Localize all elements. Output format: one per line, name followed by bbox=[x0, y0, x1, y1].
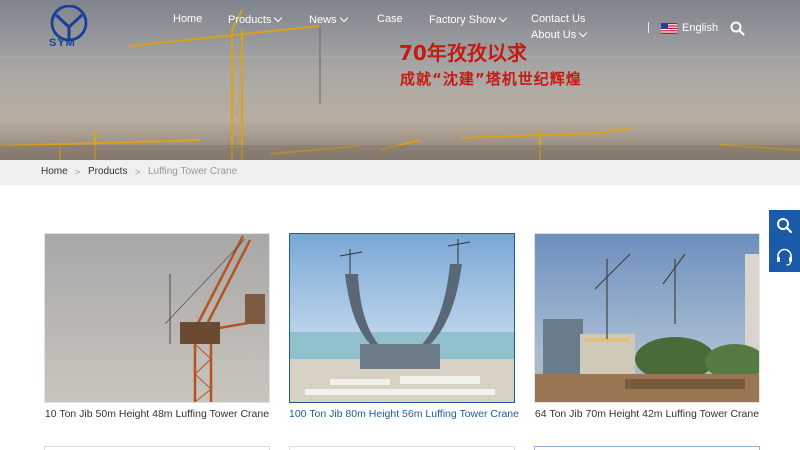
search-icon bbox=[777, 218, 793, 234]
nav-about-us[interactable]: About Us bbox=[531, 28, 588, 41]
nav-divider bbox=[648, 22, 649, 33]
breadcrumb-home[interactable]: Home bbox=[41, 166, 68, 177]
product-card[interactable]: 64 Ton Jib 70m Height 42m Luffing Tower … bbox=[534, 233, 760, 420]
breadcrumb: Home > Products > Luffing Tower Crane bbox=[0, 160, 800, 185]
breadcrumb-products[interactable]: Products bbox=[88, 166, 127, 177]
logo-text: SYM bbox=[49, 37, 76, 49]
breadcrumb-separator: > bbox=[75, 167, 81, 177]
product-image[interactable] bbox=[534, 233, 760, 403]
crane-photo-1 bbox=[45, 234, 269, 402]
product-card-partial[interactable] bbox=[534, 446, 760, 450]
breadcrumb-current: Luffing Tower Crane bbox=[148, 166, 238, 177]
nav-label: Products bbox=[228, 14, 272, 26]
product-card[interactable]: 10 Ton Jib 50m Height 48m Luffing Tower … bbox=[44, 233, 270, 420]
product-card-partial[interactable] bbox=[44, 446, 270, 450]
chevron-down-icon bbox=[499, 13, 508, 23]
chevron-down-icon bbox=[579, 28, 588, 38]
side-search-button[interactable] bbox=[769, 210, 800, 241]
banner-slogan-line2: 成就“沈建”塔机世纪辉煌 bbox=[400, 70, 582, 88]
side-toolbar bbox=[769, 210, 800, 272]
nav-case[interactable]: Case bbox=[377, 13, 403, 25]
product-image[interactable] bbox=[44, 233, 270, 403]
banner-slogan-line1: 70年孜孜以求 bbox=[399, 41, 527, 65]
breadcrumb-separator: > bbox=[135, 167, 141, 177]
nav-home[interactable]: Home bbox=[173, 13, 202, 25]
nav-label: News bbox=[309, 14, 337, 26]
nav-label: About Us bbox=[531, 29, 577, 41]
product-image[interactable] bbox=[289, 233, 515, 403]
crane-photo-3 bbox=[535, 234, 759, 402]
language-selector[interactable]: English bbox=[682, 22, 718, 34]
nav-label: Contact Us bbox=[531, 13, 586, 25]
hero-banner: SYM Home Products News Case Factory Show… bbox=[0, 0, 800, 160]
crane-photo-2 bbox=[290, 234, 514, 402]
search-icon[interactable] bbox=[730, 21, 745, 36]
product-card[interactable]: 100 Ton Jib 80m Height 56m Luffing Tower… bbox=[289, 233, 519, 420]
us-flag-icon[interactable] bbox=[661, 23, 677, 34]
nav-news[interactable]: News bbox=[309, 13, 348, 26]
nav-factory-show[interactable]: Factory Show bbox=[429, 13, 508, 26]
product-title[interactable]: 64 Ton Jib 70m Height 42m Luffing Tower … bbox=[534, 408, 760, 420]
nav-products[interactable]: Products bbox=[228, 13, 283, 26]
headset-icon bbox=[777, 248, 792, 266]
chevron-down-icon bbox=[274, 13, 283, 23]
product-title[interactable]: 10 Ton Jib 50m Height 48m Luffing Tower … bbox=[44, 408, 270, 420]
nav-label: Home bbox=[173, 13, 203, 25]
nav-label: Factory Show bbox=[429, 14, 497, 26]
chevron-down-icon bbox=[339, 13, 348, 23]
product-title[interactable]: 100 Ton Jib 80m Height 56m Luffing Tower… bbox=[289, 408, 519, 420]
product-card-partial[interactable] bbox=[289, 446, 515, 450]
nav-contact-us[interactable]: Contact Us bbox=[531, 13, 585, 25]
side-support-button[interactable] bbox=[769, 241, 800, 272]
nav-label: Case bbox=[377, 13, 403, 25]
